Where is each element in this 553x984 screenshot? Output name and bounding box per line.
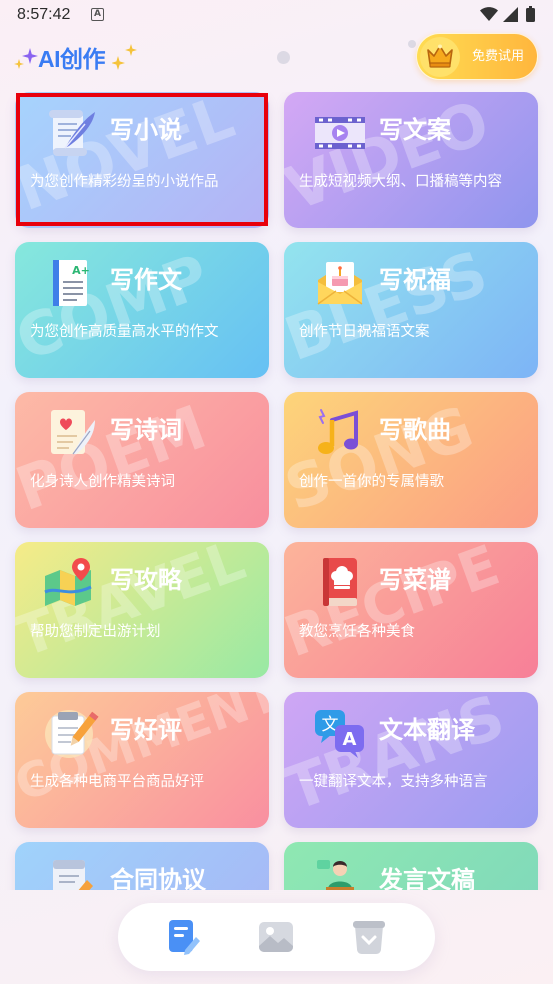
card-title: 写作文 bbox=[110, 267, 182, 294]
card-write-essay[interactable]: COMP A+ 写作文 为您创作高质量高水平的作文 bbox=[15, 242, 269, 378]
letter-heart-quill-icon bbox=[43, 404, 99, 460]
sparkle-icon bbox=[14, 48, 38, 69]
free-trial-button[interactable]: 免费试用 bbox=[416, 33, 538, 80]
status-time: 8:57:42 bbox=[17, 6, 71, 23]
card-write-blessing[interactable]: BLESS 写祝福 创作节日祝福语文案 bbox=[284, 242, 538, 378]
card-subtitle: 为您创作精彩纷呈的小说作品 bbox=[30, 174, 219, 190]
wifi-icon bbox=[480, 7, 498, 26]
card-speech-draft[interactable]: 发言文稿 bbox=[284, 842, 538, 890]
logo-text: AI创作 bbox=[38, 46, 106, 72]
battery-icon bbox=[526, 6, 535, 27]
status-bar: 8:57:42 A bbox=[0, 0, 553, 30]
icon-glyph: A bbox=[343, 729, 357, 750]
card-write-guide[interactable]: TRAVEL 写攻略 帮助您制定出游计划 bbox=[15, 542, 269, 678]
notification-a-icon: A bbox=[91, 8, 104, 21]
nav-tab-create[interactable] bbox=[163, 917, 203, 957]
card-write-poem[interactable]: POEM 写诗词 化身诗人创作精美诗词 bbox=[15, 392, 269, 528]
recipe-book-icon bbox=[312, 554, 368, 610]
card-subtitle: 化身诗人创作精美诗词 bbox=[30, 474, 175, 490]
card-subtitle: 帮助您制定出游计划 bbox=[30, 624, 161, 640]
image-icon bbox=[256, 917, 296, 957]
card-title: 写歌曲 bbox=[379, 417, 451, 444]
card-title: 合同协议 bbox=[110, 867, 206, 890]
card-subtitle: 生成短视频大纲、口播稿等内容 bbox=[299, 174, 502, 190]
contract-pen-icon bbox=[43, 854, 99, 890]
card-write-novel[interactable]: NOVEL 写小说 为您创作精彩纷呈的小说作品 bbox=[15, 92, 269, 228]
decor-bubble bbox=[277, 51, 290, 64]
free-trial-label: 免费试用 bbox=[472, 48, 525, 63]
card-title: 文本翻译 bbox=[379, 717, 475, 744]
translate-icon: 文 A bbox=[312, 704, 368, 760]
card-title: 写好评 bbox=[110, 717, 182, 744]
card-subtitle: 创作节日祝福语文案 bbox=[299, 324, 430, 340]
sparkle-icon bbox=[112, 44, 137, 70]
card-title: 写攻略 bbox=[110, 567, 182, 594]
document-edit-icon bbox=[163, 917, 203, 957]
card-subtitle: 为您创作高质量高水平的作文 bbox=[30, 324, 219, 340]
bag-icon bbox=[349, 917, 389, 957]
signal-icon bbox=[503, 7, 518, 27]
feature-card-grid[interactable]: NOVEL 写小说 为您创作精彩纷呈的小说作品 VIDEO 写文案 生成短视频大… bbox=[0, 92, 553, 890]
card-contract[interactable]: 合同协议 bbox=[15, 842, 269, 890]
bottom-nav bbox=[118, 903, 435, 971]
document-a-plus-icon: A+ bbox=[43, 254, 99, 310]
card-write-recipe[interactable]: RECIPE 写菜谱 教您烹饪各种美食 bbox=[284, 542, 538, 678]
map-pin-icon bbox=[43, 554, 99, 610]
nav-tab-bag[interactable] bbox=[349, 917, 389, 957]
card-title: 写菜谱 bbox=[379, 567, 451, 594]
card-title: 写祝福 bbox=[379, 267, 451, 294]
card-title: 发言文稿 bbox=[379, 867, 475, 890]
card-write-copy[interactable]: VIDEO 写文案 生成短视频大纲、口播稿等内容 bbox=[284, 92, 538, 228]
card-subtitle: 创作一首你的专属情歌 bbox=[299, 474, 444, 490]
card-write-review[interactable]: COMMENT 写好评 生成各种电商平台商品好评 bbox=[15, 692, 269, 828]
card-title: 写小说 bbox=[110, 117, 182, 144]
card-subtitle: 教您烹饪各种美食 bbox=[299, 624, 415, 640]
card-write-song[interactable]: SONG 写歌曲 创作一首你的专属情歌 bbox=[284, 392, 538, 528]
film-play-icon bbox=[312, 104, 368, 160]
card-text-translate[interactable]: TRANS 文 A 文本翻译 一键翻译文本，支持多种语言 bbox=[284, 692, 538, 828]
envelope-cake-icon bbox=[312, 254, 368, 310]
notepad-pencil-icon bbox=[43, 704, 99, 760]
music-notes-icon bbox=[312, 404, 368, 460]
nav-tab-image[interactable] bbox=[256, 917, 296, 957]
card-title: 写诗词 bbox=[110, 417, 182, 444]
crown-icon bbox=[420, 36, 460, 77]
decor-bubble bbox=[408, 40, 416, 48]
card-subtitle: 生成各种电商平台商品好评 bbox=[30, 774, 204, 790]
podium-speaker-icon bbox=[312, 854, 368, 890]
card-subtitle: 一键翻译文本，支持多种语言 bbox=[299, 774, 488, 790]
card-title: 写文案 bbox=[379, 117, 451, 144]
app-logo: AI创作 bbox=[14, 42, 139, 76]
icon-glyph: A+ bbox=[72, 264, 90, 277]
scroll-quill-icon bbox=[43, 104, 99, 160]
